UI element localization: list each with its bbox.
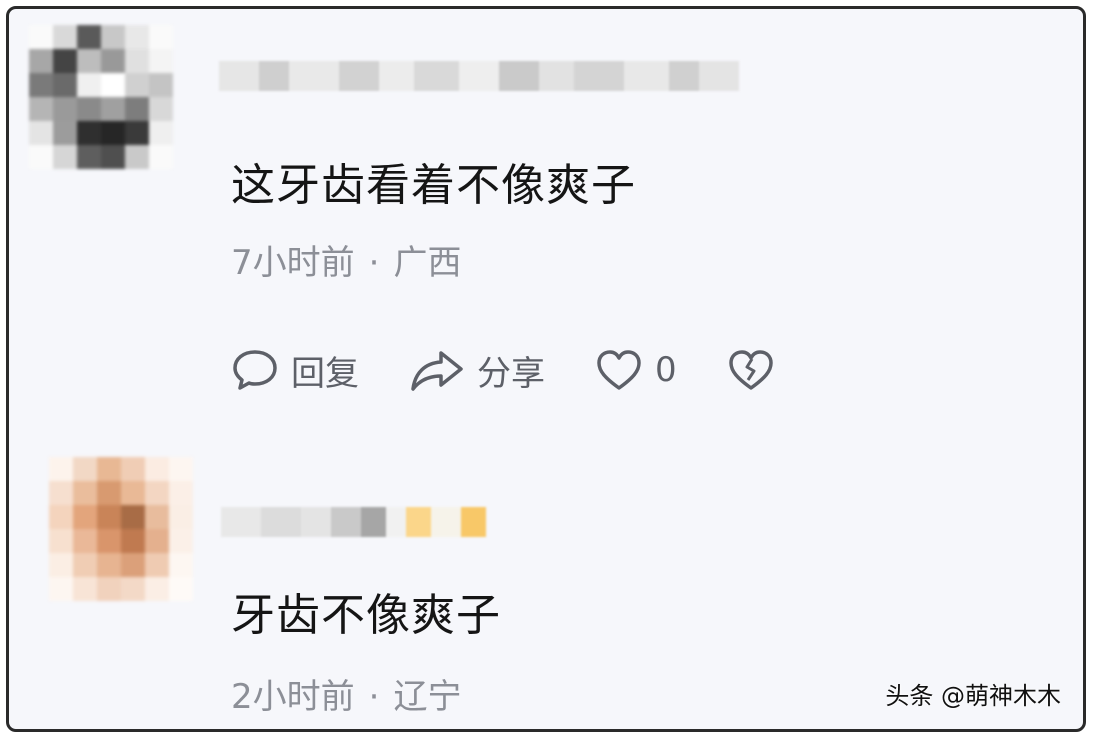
speech-bubble-icon	[233, 350, 277, 390]
comment-actions: 回复 分享 0	[231, 343, 837, 397]
avatar[interactable]	[49, 457, 193, 601]
comment-item: 这牙齿看着不像爽子 7小时前 · 广西 回复 分享 0	[9, 9, 1083, 439]
heart-icon	[597, 350, 641, 390]
username-blurred[interactable]	[221, 507, 486, 537]
share-label: 分享	[477, 353, 545, 394]
comment-location: 辽宁	[393, 677, 462, 717]
watermark: 头条 @萌神木木	[885, 682, 1061, 710]
comment-meta: 7小时前 · 广西	[231, 235, 461, 284]
share-button[interactable]: 分享	[409, 346, 545, 395]
reply-button[interactable]: 回复	[231, 346, 359, 395]
broken-heart-icon	[728, 350, 773, 390]
meta-separator: ·	[368, 243, 380, 283]
share-arrow-icon	[411, 351, 463, 391]
comment-meta: 2小时前 · 辽宁	[231, 669, 461, 718]
reply-label: 回复	[291, 353, 359, 394]
avatar[interactable]	[29, 25, 173, 169]
meta-separator: ·	[368, 677, 380, 717]
comment-time: 2小时前	[231, 677, 355, 717]
like-button[interactable]: 0	[595, 348, 677, 392]
dislike-button[interactable]	[727, 348, 787, 392]
comment-location: 广西	[393, 243, 462, 283]
comment-time: 7小时前	[231, 243, 355, 283]
comment-text: 这牙齿看着不像爽子	[231, 160, 636, 211]
comment-text: 牙齿不像爽子	[231, 590, 501, 641]
username-blurred[interactable]	[219, 61, 739, 91]
screenshot-frame: 这牙齿看着不像爽子 7小时前 · 广西 回复 分享 0 牙齿不像爽子 2小时前 …	[6, 6, 1086, 732]
like-count: 0	[655, 350, 677, 390]
